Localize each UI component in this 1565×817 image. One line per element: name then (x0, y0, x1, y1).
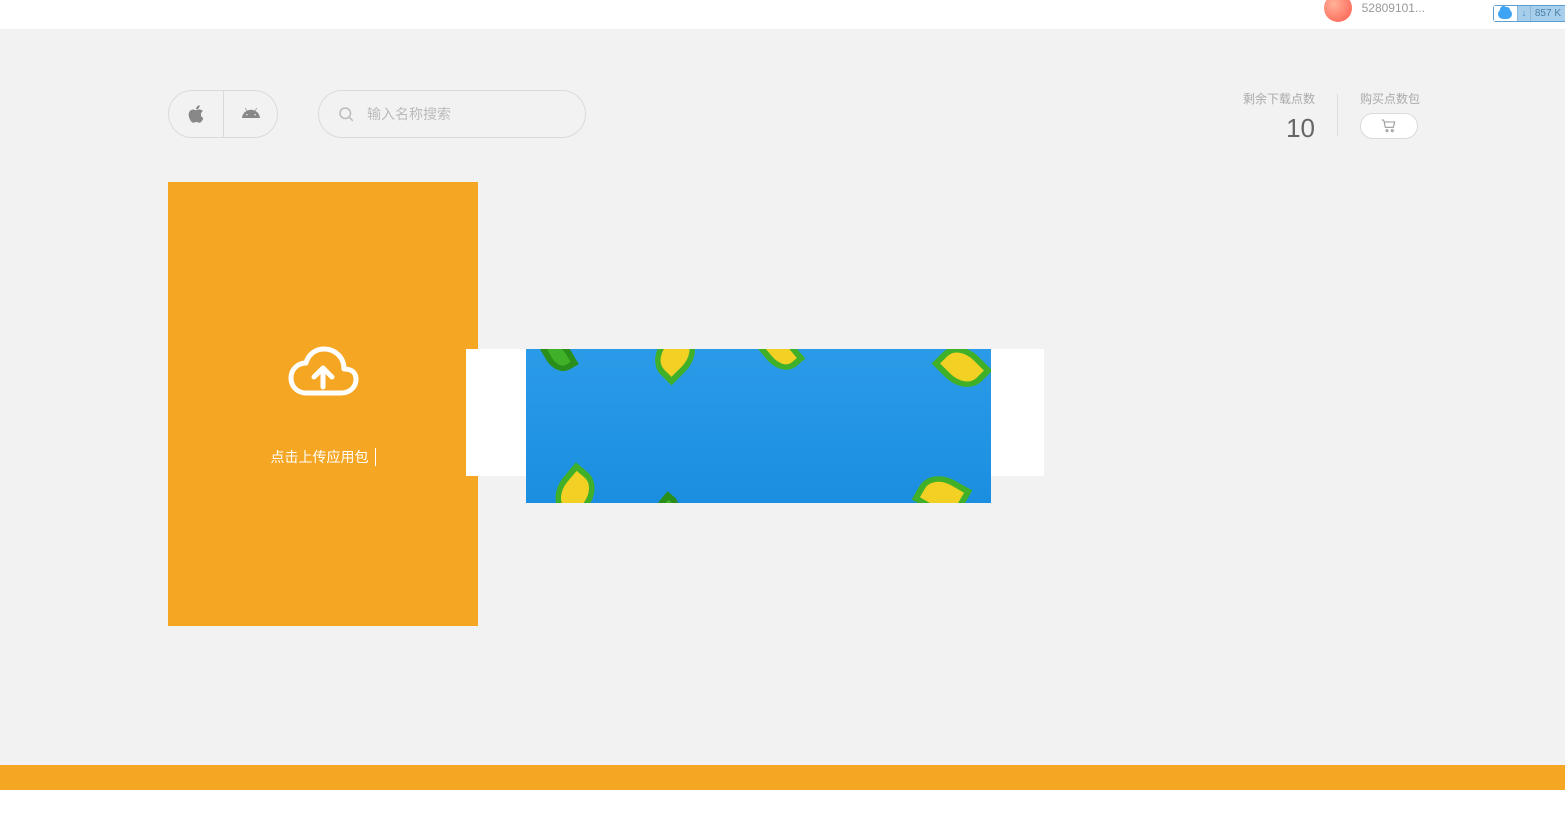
top-bar: 52809101...​ ↓ 857 K (0, 0, 1565, 30)
upload-text: 点击上传应用包 (271, 447, 369, 467)
platform-toggle (168, 90, 278, 138)
cart-icon (1381, 119, 1397, 133)
remaining-points-value: 10 (1243, 113, 1315, 144)
download-speed: 857 K (1531, 8, 1565, 19)
cloud-disk-icon (1494, 6, 1518, 21)
buy-points-label: 购买点数包 (1360, 90, 1420, 107)
download-widget[interactable]: ↓ 857 K (1493, 5, 1565, 22)
upload-app-card[interactable]: 点击上传应用包 (168, 182, 478, 626)
buy-points-button[interactable] (1360, 113, 1418, 139)
search-icon (337, 105, 355, 123)
main-area: 剩余下载点数 10 购买点数包 点击上传应用 (0, 30, 1565, 790)
stats-area: 剩余下载点数 10 购买点数包 (1243, 90, 1420, 144)
remaining-points-label: 剩余下载点数 (1243, 90, 1315, 107)
text-cursor (375, 448, 376, 466)
apple-icon (187, 104, 205, 124)
android-icon (242, 104, 260, 124)
remaining-points-block: 剩余下载点数 10 (1243, 90, 1315, 144)
apple-platform-button[interactable] (169, 91, 223, 137)
footer-bar (0, 765, 1565, 790)
buy-points-block: 购买点数包 (1360, 90, 1420, 139)
user-info: 52809101...​ (1324, 0, 1425, 28)
content-row: 点击上传应用包 (168, 182, 478, 626)
toolbar (168, 90, 586, 138)
stats-divider (1337, 94, 1338, 136)
search-input[interactable] (367, 106, 567, 122)
android-platform-button[interactable] (223, 91, 277, 137)
user-id: 52809101...​ (1362, 1, 1425, 15)
upload-text-row: 点击上传应用包 (271, 447, 376, 467)
cloud-upload-icon (286, 341, 360, 401)
avatar[interactable] (1324, 0, 1352, 22)
search-box[interactable] (318, 90, 586, 138)
download-arrow-icon: ↓ (1518, 6, 1531, 21)
banner-image[interactable] (526, 349, 991, 503)
